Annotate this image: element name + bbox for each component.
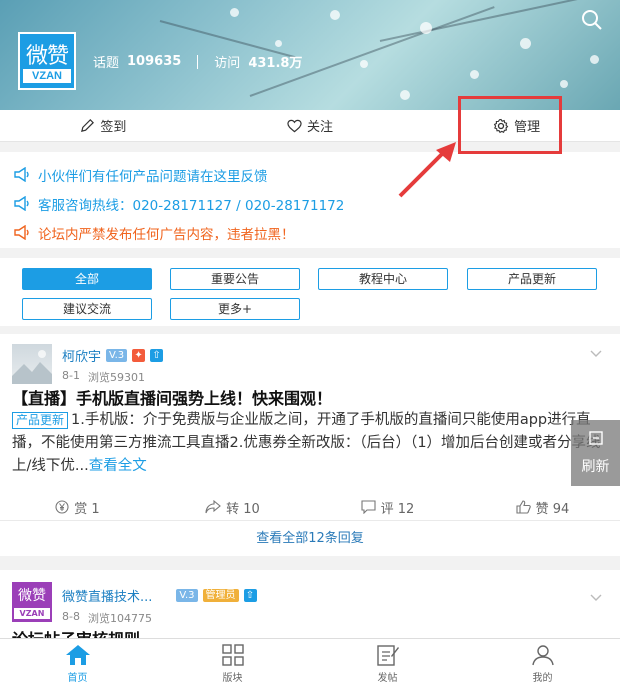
avatar[interactable]: [12, 344, 52, 384]
megaphone-icon: [14, 225, 29, 240]
forum-logo: 微赞 VZAN: [18, 32, 76, 90]
megaphone-icon: [14, 167, 29, 182]
follow-label: 关注: [307, 120, 334, 135]
pointer-arrow-icon: [398, 142, 456, 198]
like-button[interactable]: 赞 94: [465, 494, 620, 520]
post-excerpt[interactable]: 产品更新 1.手机版：介于免费版与企业版之间，开通了手机版的直播间只能使用app进…: [12, 409, 608, 478]
notice-text: 客服咨询热线：020-28171127 / 020-28171172: [38, 197, 345, 214]
reward-count: 赏 1: [74, 501, 100, 517]
upgrade-icon: ⇧: [243, 589, 257, 602]
like-count: 赞 94: [535, 501, 570, 517]
post-views: 浏览104775: [87, 612, 152, 625]
level-badge: V.3: [176, 589, 198, 602]
home-icon: [65, 645, 90, 665]
post-date: 8-8: [62, 610, 80, 623]
forum-stats: 话题 109635 访问 431.8万: [93, 52, 302, 71]
comment-icon: [361, 500, 376, 514]
megaphone-icon: [14, 196, 29, 211]
author-name[interactable]: 柯欣宇: [62, 346, 101, 365]
level-badge: V.3: [106, 349, 128, 362]
refresh-icon: [571, 420, 620, 456]
reward-button[interactable]: 赏 1: [0, 494, 155, 520]
notice-item[interactable]: 小伙伴们有任何产品问题请在这里反馈: [0, 160, 620, 189]
tag-more[interactable]: 更多+: [170, 298, 300, 320]
nav-label: 版块: [222, 673, 243, 684]
tag-all[interactable]: 全部: [22, 268, 152, 290]
nav-profile[interactable]: 我的: [465, 639, 620, 689]
comment-count: 评 12: [380, 501, 415, 517]
avatar-text-cn: 微赞: [18, 588, 46, 604]
thumbs-up-icon: [516, 500, 531, 514]
highlight-box: [458, 96, 562, 154]
refresh-label: 刷新: [581, 459, 610, 475]
nav-home[interactable]: 首页: [0, 639, 155, 689]
post-date: 8-1: [62, 369, 80, 382]
grid-icon: [221, 644, 244, 666]
logo-text-en: VZAN: [23, 69, 71, 83]
repost-button[interactable]: 转 10: [155, 494, 310, 520]
compose-icon: [376, 645, 399, 666]
share-arrow-icon: [205, 500, 222, 514]
search-icon[interactable]: [580, 8, 604, 32]
comment-button[interactable]: 评 12: [310, 494, 465, 520]
post-meta: 8-1 浏览59301: [62, 369, 145, 385]
category-label[interactable]: 产品更新: [12, 412, 69, 429]
logo-text-cn: 微赞: [25, 44, 69, 69]
tag-product-updates[interactable]: 产品更新: [467, 268, 597, 290]
avatar-text-en: VZAN: [14, 608, 50, 619]
avatar[interactable]: 微赞 VZAN: [12, 582, 52, 622]
post-title[interactable]: 【直播】手机版直播间强势上线！快来围观！: [12, 385, 332, 409]
user-icon: [531, 645, 554, 666]
topics-label: 话题: [93, 56, 120, 71]
refresh-float[interactable]: 刷新: [571, 420, 620, 486]
notice-item[interactable]: 论坛内严禁发布任何广告内容，违者拉黑！: [0, 218, 620, 247]
pencil-icon: [81, 119, 95, 132]
stats-divider: [197, 54, 199, 69]
chevron-down-icon[interactable]: [590, 594, 602, 602]
visits-label: 访问: [214, 56, 241, 71]
tag-tutorials[interactable]: 教程中心: [318, 268, 448, 290]
nav-post[interactable]: 发帖: [310, 639, 465, 689]
author-name[interactable]: 微赞直播技术...: [62, 586, 152, 605]
checkin-label: 签到: [100, 120, 127, 135]
repost-count: 转 10: [226, 501, 260, 517]
upgrade-icon: ⇧: [150, 349, 164, 362]
nav-label: 发帖: [377, 673, 398, 684]
view-all-replies-link[interactable]: 查看全部12条回复: [0, 520, 620, 556]
post-views: 浏览59301: [87, 371, 145, 384]
post-author[interactable]: 柯欣宇 V.3 ✦ ⇧: [62, 346, 164, 365]
checkin-button[interactable]: 签到: [0, 110, 207, 141]
category-tags: 全部 重要公告 教程中心 产品更新 建议交流 更多+: [0, 258, 620, 326]
chevron-down-icon[interactable]: [590, 350, 602, 358]
nav-label: 我的: [532, 673, 553, 684]
yen-coin-icon: [55, 500, 69, 514]
nav-label: 首页: [67, 673, 88, 684]
visits-count: 431.8万: [248, 56, 303, 71]
read-more-link[interactable]: 查看全文: [89, 458, 147, 474]
topics-count: 109635: [127, 54, 182, 69]
notice-board: 小伙伴们有任何产品问题请在这里反馈 客服咨询热线：020-28171127 / …: [0, 152, 620, 248]
bottom-nav: 首页 版块 发帖 我的: [0, 638, 620, 689]
tag-announcements[interactable]: 重要公告: [170, 268, 300, 290]
admin-badge: 管理员: [202, 589, 239, 602]
tag-suggestions[interactable]: 建议交流: [22, 298, 152, 320]
header-banner: 微赞 VZAN 话题 109635 访问 431.8万: [0, 0, 620, 110]
post-author[interactable]: 微赞直播技术... V.3 管理员 ⇧: [62, 586, 257, 605]
post-card[interactable]: 柯欣宇 V.3 ✦ ⇧ 8-1 浏览59301 【直播】手机版直播间强势上线！快…: [0, 334, 620, 556]
follow-button[interactable]: 关注: [207, 110, 414, 141]
post-actions: 赏 1 转 10 评 12 赞 94: [0, 494, 620, 520]
notice-item[interactable]: 客服咨询热线：020-28171127 / 020-28171172: [0, 189, 620, 218]
fire-icon: ✦: [132, 349, 146, 362]
notice-text: 小伙伴们有任何产品问题请在这里反馈: [38, 168, 268, 185]
nav-boards[interactable]: 版块: [155, 639, 310, 689]
notice-text: 论坛内严禁发布任何广告内容，违者拉黑！: [38, 226, 295, 243]
heart-icon: [287, 119, 302, 132]
post-meta: 8-8 浏览104775: [62, 610, 152, 626]
